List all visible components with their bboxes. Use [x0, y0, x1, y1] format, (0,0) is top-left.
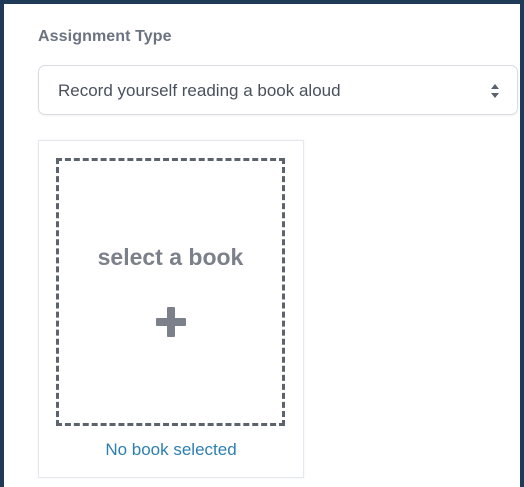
select-book-label: select a book: [97, 244, 244, 270]
panel-frame: Assignment Type Record yourself reading …: [0, 0, 524, 487]
no-book-selected-link[interactable]: No book selected: [39, 440, 303, 460]
assignment-type-select[interactable]: Record yourself reading a book aloud: [38, 65, 518, 115]
assignment-type-value: Record yourself reading a book aloud: [58, 81, 341, 100]
plus-icon: [156, 307, 186, 337]
book-selector-card: select a book No book selected: [38, 140, 304, 478]
sort-arrows-icon: [490, 82, 500, 100]
select-book-button[interactable]: select a book: [56, 158, 285, 426]
assignment-type-label: Assignment Type: [38, 28, 172, 45]
